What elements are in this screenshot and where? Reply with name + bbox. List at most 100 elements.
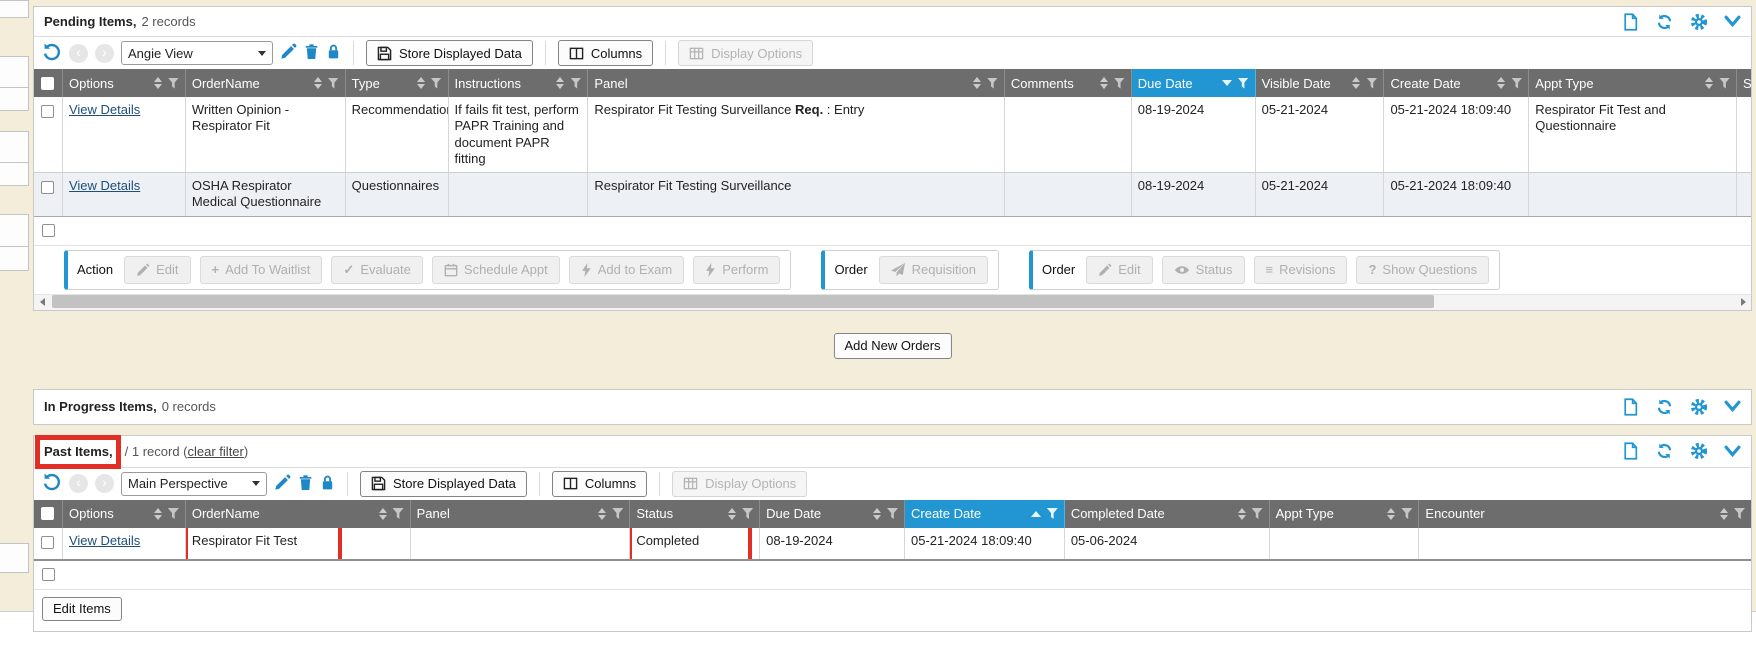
edit-view-pencil-icon[interactable]: [280, 43, 297, 63]
sort-icon[interactable]: [1387, 508, 1395, 520]
add-to-waitlist-button[interactable]: + Add To Waitlist: [200, 256, 323, 284]
filter-icon[interactable]: [1238, 78, 1249, 89]
prev-view-button[interactable]: ‹: [69, 44, 88, 63]
column-header-options[interactable]: Options: [63, 500, 186, 528]
schedule-appt-button[interactable]: Schedule Appt: [432, 256, 560, 284]
revisions-button[interactable]: ≡ Revisions: [1254, 256, 1348, 284]
column-header-due-date[interactable]: Due Date: [760, 500, 905, 528]
column-header-appt-type[interactable]: Appt Type: [1270, 500, 1420, 528]
column-header-visible-date[interactable]: Visible Date: [1256, 69, 1385, 97]
filter-icon[interactable]: [328, 78, 339, 89]
evaluate-button[interactable]: ✓ Evaluate: [331, 256, 423, 284]
add-new-orders-button[interactable]: Add New Orders: [833, 333, 951, 359]
columns-button[interactable]: Columns: [558, 40, 653, 66]
sort-icon[interactable]: [973, 77, 981, 89]
view-select[interactable]: Angie View: [121, 41, 273, 65]
view-details-link[interactable]: View Details: [69, 102, 140, 117]
row-checkbox[interactable]: [34, 528, 63, 559]
sort-icon[interactable]: [1352, 77, 1360, 89]
column-header-due-date[interactable]: Due Date: [1132, 69, 1256, 97]
store-displayed-data-button[interactable]: Store Displayed Data: [366, 40, 533, 66]
sort-desc-icon[interactable]: [1222, 80, 1232, 86]
next-view-button[interactable]: ›: [95, 44, 114, 63]
filter-icon[interactable]: [1719, 78, 1730, 89]
filter-icon[interactable]: [431, 78, 442, 89]
filter-icon[interactable]: [1047, 508, 1058, 519]
filter-icon[interactable]: [887, 508, 898, 519]
delete-view-trash-icon[interactable]: [298, 474, 313, 494]
scroll-right-arrow[interactable]: [1735, 294, 1751, 310]
column-header-comments[interactable]: Comments: [1005, 69, 1132, 97]
filter-icon[interactable]: [742, 508, 753, 519]
perform-button[interactable]: Perform: [693, 256, 780, 284]
filter-icon[interactable]: [570, 78, 581, 89]
scroll-left-arrow[interactable]: [34, 294, 50, 310]
sort-icon[interactable]: [379, 508, 387, 520]
sort-icon[interactable]: [873, 508, 881, 520]
sort-icon[interactable]: [556, 77, 564, 89]
view-details-link[interactable]: View Details: [69, 178, 140, 193]
column-header-ordername[interactable]: OrderName: [186, 500, 411, 528]
select-all-checkbox[interactable]: [34, 69, 63, 97]
sort-icon[interactable]: [1720, 508, 1728, 520]
row-checkbox[interactable]: [42, 568, 55, 581]
column-header-clipped[interactable]: S: [1737, 69, 1751, 97]
scrollbar-track[interactable]: [50, 294, 1735, 310]
row-checkbox[interactable]: [34, 97, 63, 172]
undo-icon[interactable]: [42, 472, 62, 495]
scrollbar-thumb[interactable]: [52, 295, 1434, 308]
filter-icon[interactable]: [168, 78, 179, 89]
gear-icon[interactable]: [1690, 442, 1708, 460]
collapse-chevron-icon[interactable]: [1724, 15, 1741, 28]
clear-filter-link[interactable]: clear filter: [188, 444, 244, 459]
filter-icon[interactable]: [1511, 78, 1522, 89]
gear-icon[interactable]: [1690, 13, 1708, 31]
display-options-button[interactable]: Display Options: [678, 40, 813, 66]
edit-items-button[interactable]: Edit Items: [42, 597, 122, 621]
column-header-create-date[interactable]: Create Date: [905, 500, 1065, 528]
filter-icon[interactable]: [987, 78, 998, 89]
sort-icon[interactable]: [1705, 77, 1713, 89]
display-options-button[interactable]: Display Options: [672, 471, 807, 497]
column-header-panel[interactable]: Panel: [411, 500, 631, 528]
sort-icon[interactable]: [417, 77, 425, 89]
column-header-create-date[interactable]: Create Date: [1384, 69, 1529, 97]
sort-icon[interactable]: [728, 508, 736, 520]
row-checkbox[interactable]: [42, 224, 55, 237]
edit-button[interactable]: Edit: [124, 256, 190, 284]
status-button[interactable]: Status: [1162, 256, 1245, 284]
filter-icon[interactable]: [168, 508, 179, 519]
requisition-button[interactable]: Requisition: [879, 256, 988, 284]
column-header-options[interactable]: Options: [63, 69, 186, 97]
edit-order-button[interactable]: Edit: [1086, 256, 1152, 284]
column-header-panel[interactable]: Panel: [588, 69, 1004, 97]
filter-icon[interactable]: [612, 508, 623, 519]
column-header-encounter[interactable]: Encounter: [1419, 500, 1751, 528]
horizontal-scrollbar[interactable]: [34, 294, 1751, 310]
new-document-icon[interactable]: [1622, 398, 1639, 416]
row-checkbox[interactable]: [34, 173, 63, 216]
column-header-instructions[interactable]: Instructions: [449, 69, 589, 97]
column-header-completed-date[interactable]: Completed Date: [1065, 500, 1270, 528]
columns-button[interactable]: Columns: [552, 471, 647, 497]
filter-icon[interactable]: [1734, 508, 1745, 519]
sort-icon[interactable]: [1100, 77, 1108, 89]
store-displayed-data-button[interactable]: Store Displayed Data: [360, 471, 527, 497]
filter-icon[interactable]: [1252, 508, 1263, 519]
lock-icon[interactable]: [326, 43, 341, 63]
filter-icon[interactable]: [1401, 508, 1412, 519]
new-document-icon[interactable]: [1622, 442, 1639, 460]
prev-view-button[interactable]: ‹: [69, 474, 88, 493]
refresh-icon[interactable]: [1655, 13, 1674, 31]
sort-icon[interactable]: [154, 508, 162, 520]
column-header-appt-type[interactable]: Appt Type: [1529, 69, 1737, 97]
collapse-chevron-icon[interactable]: [1724, 445, 1741, 458]
sort-icon[interactable]: [1238, 508, 1246, 520]
sort-icon[interactable]: [1497, 77, 1505, 89]
filter-icon[interactable]: [393, 508, 404, 519]
filter-icon[interactable]: [1366, 78, 1377, 89]
filter-icon[interactable]: [1114, 78, 1125, 89]
add-to-exam-button[interactable]: Add to Exam: [569, 256, 684, 284]
lock-icon[interactable]: [320, 474, 335, 494]
column-header-status[interactable]: Status: [630, 500, 760, 528]
